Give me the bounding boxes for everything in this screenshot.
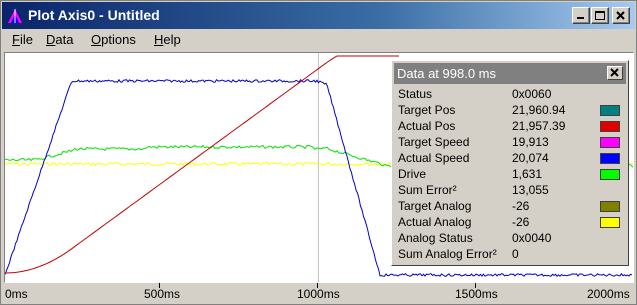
data-row: Target Speed 19,913 xyxy=(398,135,624,151)
tick-label: 2000ms xyxy=(587,287,630,301)
menu-data[interactable]: Data xyxy=(46,32,73,47)
data-panel-title: Data at 998.0 ms xyxy=(397,66,496,81)
data-row: Analog Status 0x0040 xyxy=(398,231,624,247)
color-swatch[interactable] xyxy=(600,201,620,212)
color-swatch[interactable] xyxy=(600,169,620,180)
data-row-label: Actual Analog xyxy=(398,215,472,229)
menu-bar: File Data Options Help xyxy=(2,29,635,51)
data-row-label: Target Analog xyxy=(398,199,472,213)
data-row: Sum Analog Error² 0 xyxy=(398,247,624,263)
data-row-value: -26 xyxy=(512,215,530,229)
data-row-value: 19,913 xyxy=(512,135,549,149)
time-axis: 0ms 500ms 1000ms 1500ms 2000ms xyxy=(1,283,637,305)
close-icon xyxy=(616,11,625,20)
minimize-button[interactable] xyxy=(572,7,590,24)
data-row-value: 13,055 xyxy=(512,183,549,197)
data-row: Target Analog -26 xyxy=(398,199,624,215)
data-panel-header[interactable]: Data at 998.0 ms xyxy=(394,63,626,84)
data-row: Actual Pos 21,957.39 xyxy=(398,119,624,135)
data-row-label: Sum Analog Error² xyxy=(398,247,497,261)
data-row-label: Target Speed xyxy=(398,135,470,149)
data-row-value: 20,074 xyxy=(512,151,549,165)
data-row-value: 0 xyxy=(512,247,519,261)
app-icon xyxy=(8,9,22,23)
data-row: Status 0x0060 xyxy=(398,87,624,103)
maximize-button[interactable] xyxy=(591,7,609,24)
data-panel-close-button[interactable] xyxy=(607,66,623,80)
color-swatch[interactable] xyxy=(600,153,620,164)
data-row-value: 21,960.94 xyxy=(512,103,566,117)
color-swatch[interactable] xyxy=(600,121,620,132)
data-row: Sum Error² 13,055 xyxy=(398,183,624,199)
data-row-label: Drive xyxy=(398,167,427,181)
data-panel: Data at 998.0 ms Status 0x0060 Target Pos 2… xyxy=(391,60,629,266)
data-row-value: 1,631 xyxy=(512,167,543,181)
menu-options[interactable]: Options xyxy=(91,32,136,47)
data-row: Drive 1,631 xyxy=(398,167,624,183)
color-swatch[interactable] xyxy=(600,137,620,148)
close-button[interactable] xyxy=(612,7,630,24)
title-bar[interactable]: Plot Axis0 - Untitled xyxy=(2,2,635,29)
data-row-value: 21,957.39 xyxy=(512,119,566,133)
data-row: Target Pos 21,960.94 xyxy=(398,103,624,119)
tick-label: 0ms xyxy=(5,287,28,301)
color-swatch[interactable] xyxy=(600,105,620,116)
close-icon xyxy=(610,68,619,77)
color-swatch[interactable] xyxy=(600,217,620,228)
window-title: Plot Axis0 - Untitled xyxy=(28,7,160,23)
maximize-icon xyxy=(595,11,605,20)
menu-file[interactable]: File xyxy=(12,32,33,47)
tick-label: 1000ms xyxy=(297,287,340,301)
tick-label: 500ms xyxy=(144,287,181,301)
data-row-label: Status xyxy=(398,87,433,101)
data-row-label: Target Pos xyxy=(398,103,456,117)
data-row-value: 0x0060 xyxy=(512,87,552,101)
data-row-label: Actual Pos xyxy=(398,119,456,133)
data-row-value: -26 xyxy=(512,199,530,213)
minimize-icon xyxy=(577,17,584,19)
plot-window: Plot Axis0 - Untitled File Data Options … xyxy=(0,0,637,305)
data-row-label: Sum Error² xyxy=(398,183,457,197)
data-row: Actual Analog -26 xyxy=(398,215,624,231)
data-row-label: Analog Status xyxy=(398,231,473,245)
data-row-value: 0x0040 xyxy=(512,231,552,245)
menu-help[interactable]: Help xyxy=(154,32,181,47)
tick-label: 1500ms xyxy=(455,287,498,301)
data-row: Actual Speed 20,074 xyxy=(398,151,624,167)
data-row-label: Actual Speed xyxy=(398,151,470,165)
